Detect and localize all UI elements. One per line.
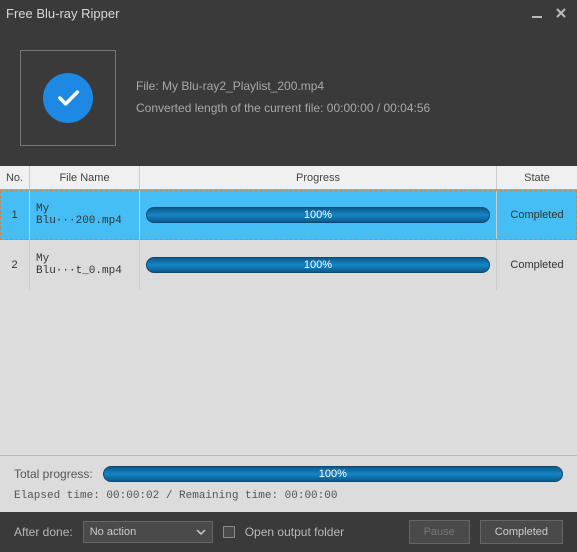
info-panel: File: My Blu-ray2_Playlist_200.mp4 Conve…	[0, 26, 577, 166]
cell-progress: 100%	[140, 190, 497, 240]
total-progress-row: Total progress: 100%	[14, 466, 563, 482]
checkmark-badge	[43, 73, 93, 123]
total-progress-bar: 100%	[103, 466, 563, 482]
close-button[interactable]	[551, 3, 571, 23]
checkmark-icon	[54, 84, 82, 112]
cell-state: Completed	[497, 240, 577, 290]
cell-progress: 100%	[140, 240, 497, 290]
minimize-button[interactable]	[527, 3, 547, 23]
progress-bar: 100%	[146, 257, 490, 273]
pause-button[interactable]: Pause	[409, 520, 470, 544]
header-progress[interactable]: Progress	[140, 166, 497, 189]
total-progress-label: Total progress:	[14, 467, 93, 481]
after-done-select[interactable]: No action	[83, 521, 213, 543]
cell-no: 2	[0, 240, 30, 290]
cell-filename: My Blu···200.mp4	[30, 190, 140, 240]
chevron-down-icon	[196, 526, 206, 538]
completed-button[interactable]: Completed	[480, 520, 563, 544]
progress-text: 100%	[147, 258, 489, 272]
converted-line: Converted length of the current file: 00…	[136, 98, 430, 120]
total-progress-text: 100%	[104, 467, 562, 481]
header-state[interactable]: State	[497, 166, 577, 189]
file-line: File: My Blu-ray2_Playlist_200.mp4	[136, 76, 430, 98]
after-done-value: No action	[90, 526, 136, 538]
close-icon	[554, 6, 568, 20]
open-output-checkbox[interactable]	[223, 526, 235, 538]
cell-state: Completed	[497, 190, 577, 240]
header-filename[interactable]: File Name	[30, 166, 140, 189]
info-text: File: My Blu-ray2_Playlist_200.mp4 Conve…	[136, 76, 430, 119]
table-row[interactable]: 1 My Blu···200.mp4 100% Completed	[0, 190, 577, 240]
titlebar: Free Blu-ray Ripper	[0, 0, 577, 26]
time-line: Elapsed time: 00:00:02 / Remaining time:…	[14, 490, 563, 502]
progress-bar: 100%	[146, 207, 490, 223]
totals-panel: Total progress: 100% Elapsed time: 00:00…	[0, 455, 577, 512]
window-title: Free Blu-ray Ripper	[6, 6, 523, 21]
thumbnail-box	[20, 50, 116, 146]
app-window: Free Blu-ray Ripper File: My Blu-ray2_Pl…	[0, 0, 577, 552]
progress-text: 100%	[147, 208, 489, 222]
after-done-label: After done:	[14, 525, 73, 539]
file-table: No. File Name Progress State 1 My Blu···…	[0, 166, 577, 512]
cell-no: 1	[0, 190, 30, 240]
footer: After done: No action Open output folder…	[0, 512, 577, 552]
table-header: No. File Name Progress State	[0, 166, 577, 190]
cell-filename: My Blu···t_0.mp4	[30, 240, 140, 290]
table-row[interactable]: 2 My Blu···t_0.mp4 100% Completed	[0, 240, 577, 290]
minimize-icon	[530, 6, 544, 20]
open-output-label: Open output folder	[245, 525, 344, 539]
table-body: 1 My Blu···200.mp4 100% Completed 2 My B…	[0, 190, 577, 455]
header-no[interactable]: No.	[0, 166, 30, 189]
